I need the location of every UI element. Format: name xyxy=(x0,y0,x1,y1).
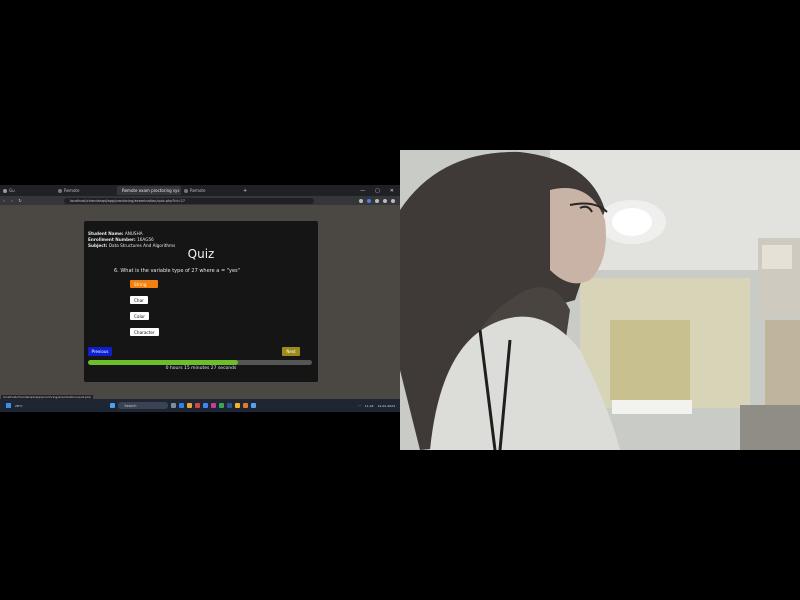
app-icon[interactable] xyxy=(219,403,225,408)
app-icon[interactable] xyxy=(171,403,177,408)
windows-taskbar: 28°C Search ◠ 11:24 12-01-2024 xyxy=(0,399,400,412)
app-icon[interactable] xyxy=(187,403,193,408)
wifi-icon[interactable]: ◠ xyxy=(358,404,361,408)
weather-text: 28°C xyxy=(15,403,23,408)
proctoring-view: Gu Remote Remote exam proctoring sys Rem… xyxy=(0,0,800,600)
browser-tab[interactable]: Gu xyxy=(0,186,55,195)
address-bar[interactable]: localhost/chandanqd/app/proctoring/exami… xyxy=(64,197,314,204)
browser-toolbar: ‹ › ↻ localhost/chandanqd/app/proctoring… xyxy=(0,196,400,205)
taskbar-search-input[interactable]: Search xyxy=(118,402,169,409)
option-button[interactable]: Character xyxy=(130,328,159,336)
web-page: Student Name: ANUSHA Enrollment Number: … xyxy=(0,205,400,395)
enrollment-label: Enrollment Number: xyxy=(88,237,136,242)
webcam-image xyxy=(400,150,800,450)
tab-label: Gu xyxy=(9,188,15,193)
option-button[interactable]: String xyxy=(130,280,158,288)
weather-icon[interactable] xyxy=(6,403,11,408)
url-text: localhost/chandanqd/app/proctoring/exami… xyxy=(70,198,185,203)
enrollment-line: Enrollment Number: 16AG56 xyxy=(88,237,154,242)
taskbar-center: Search xyxy=(110,402,257,409)
quiz-card: Student Name: ANUSHA Enrollment Number: … xyxy=(84,221,318,382)
screen-share: Gu Remote Remote exam proctoring sys Rem… xyxy=(0,185,400,412)
minimize-icon[interactable]: — xyxy=(360,188,365,194)
quiz-progress-bar xyxy=(88,360,312,365)
question-text: 6. What is the variable type of 27 where… xyxy=(114,268,240,274)
forward-icon[interactable]: › xyxy=(8,198,16,203)
student-name: ANUSHA xyxy=(124,231,143,236)
next-button[interactable]: Next xyxy=(282,347,300,356)
extension-icon[interactable] xyxy=(367,198,371,203)
star-icon[interactable] xyxy=(359,198,363,203)
app-icon[interactable] xyxy=(211,403,217,408)
window-controls: — ▢ ✕ xyxy=(360,188,400,194)
student-name-label: Student Name: xyxy=(88,231,124,236)
browser-tab[interactable]: Remote xyxy=(181,186,241,195)
app-icon[interactable] xyxy=(243,403,249,408)
tab-label: Remote xyxy=(64,188,80,193)
tab-favicon-icon xyxy=(58,188,62,193)
close-icon[interactable]: ✕ xyxy=(390,188,394,194)
enrollment-number: 16AG56 xyxy=(137,237,154,242)
tab-favicon-icon xyxy=(3,188,7,193)
webcam-feed xyxy=(400,150,800,450)
system-tray: ◠ 11:24 12-01-2024 xyxy=(358,404,400,408)
tab-label: Remote exam proctoring sys xyxy=(122,188,180,193)
reload-icon[interactable]: ↻ xyxy=(16,198,24,203)
previous-button[interactable]: Previous xyxy=(88,347,112,356)
app-icon[interactable] xyxy=(203,403,209,408)
student-name-line: Student Name: ANUSHA xyxy=(88,231,143,236)
plus-icon[interactable]: + xyxy=(243,188,247,194)
option-button[interactable]: Color xyxy=(130,312,149,320)
app-icon[interactable] xyxy=(251,403,257,408)
puzzle-icon[interactable] xyxy=(375,198,379,203)
quiz-timer: 0 hours 15 minutes 27 seconds xyxy=(165,366,237,371)
clock-date: 12-01-2024 xyxy=(377,403,395,408)
profile-icon[interactable] xyxy=(383,198,387,203)
tab-favicon-icon xyxy=(184,188,188,193)
tab-label: Remote xyxy=(190,188,206,193)
app-icon[interactable] xyxy=(179,403,185,408)
quiz-title: Quiz xyxy=(187,247,215,261)
windows-start-icon[interactable] xyxy=(110,403,116,408)
clock-time: 11:24 xyxy=(364,403,374,408)
app-icon[interactable] xyxy=(235,403,241,408)
back-icon[interactable]: ‹ xyxy=(0,198,8,203)
app-icon[interactable] xyxy=(227,403,233,408)
browser-tab[interactable]: Remote xyxy=(55,186,117,195)
search-placeholder: Search xyxy=(124,403,137,408)
toolbar-icons xyxy=(359,198,400,203)
app-icon[interactable] xyxy=(195,403,201,408)
browser-tab-active[interactable]: Remote exam proctoring sys xyxy=(117,186,181,195)
maximize-icon[interactable]: ▢ xyxy=(375,188,380,194)
progress-fill xyxy=(88,360,239,365)
menu-icon[interactable] xyxy=(391,198,395,203)
browser-tab-bar: Gu Remote Remote exam proctoring sys Rem… xyxy=(0,185,400,196)
option-button[interactable]: Char xyxy=(130,296,148,304)
